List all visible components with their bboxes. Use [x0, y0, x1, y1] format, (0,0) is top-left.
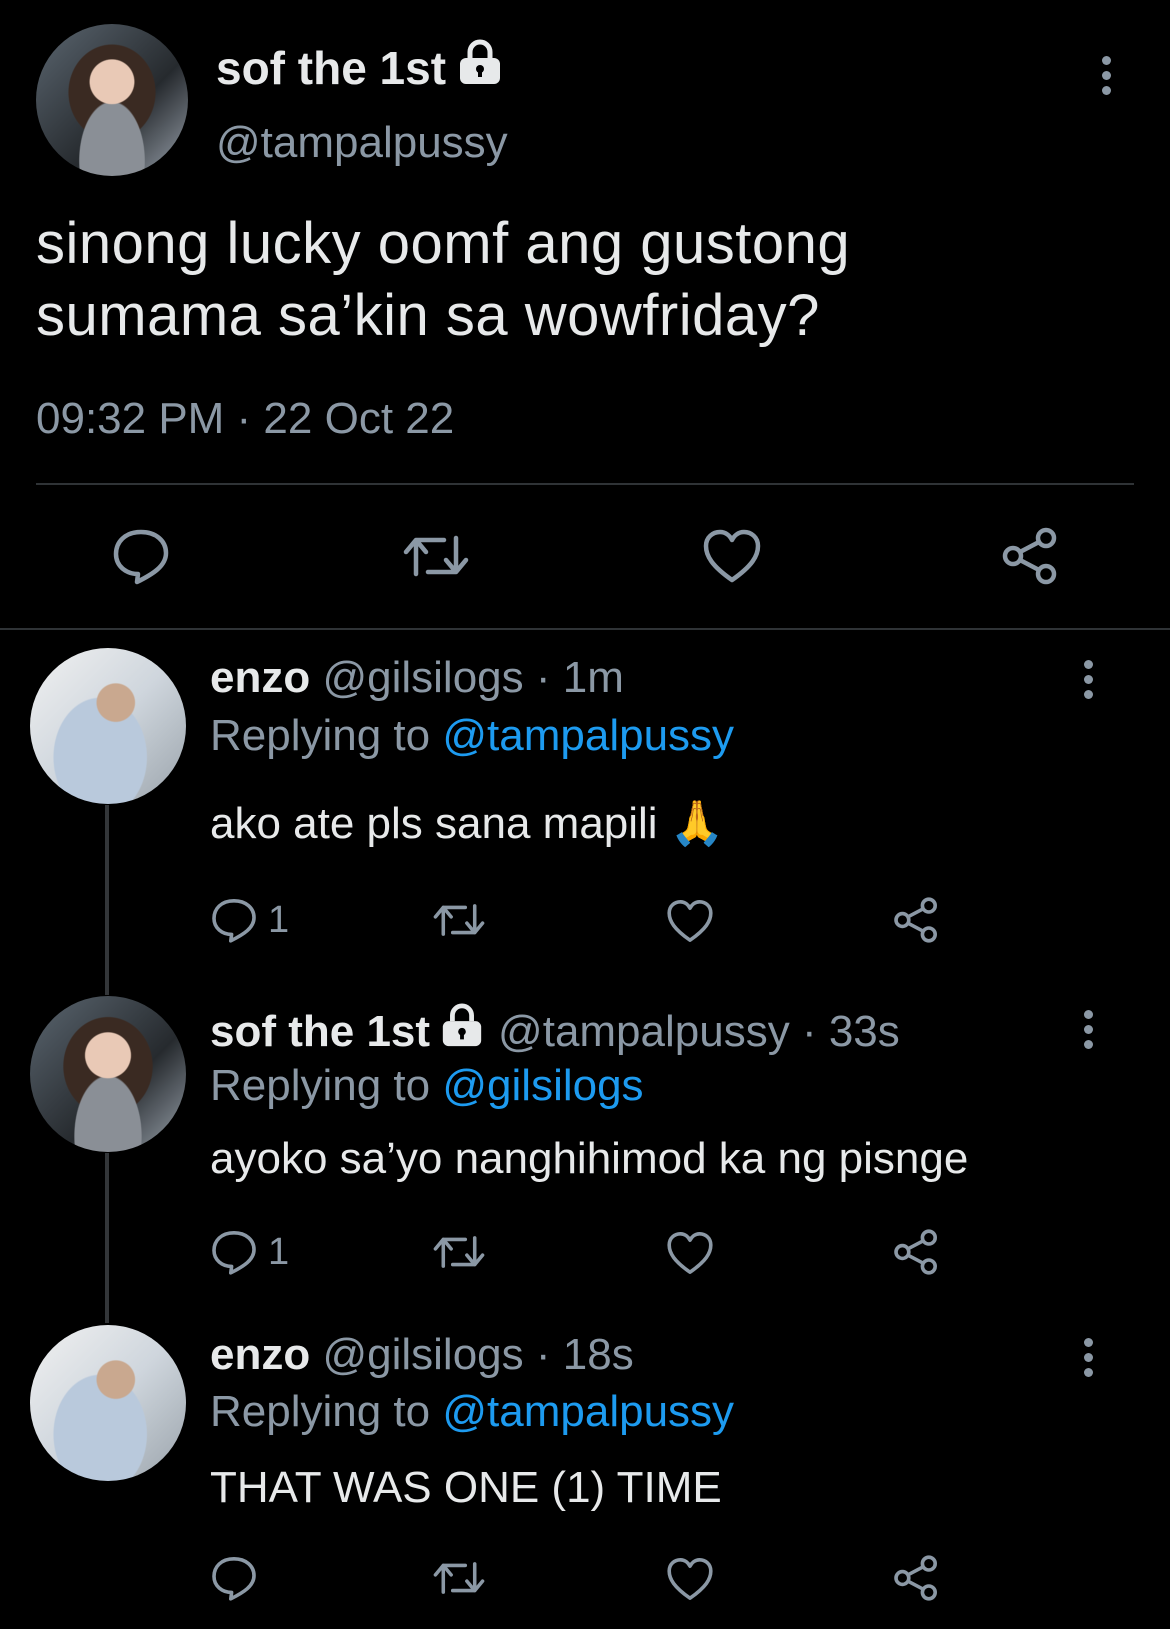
avatar-enzo[interactable] [30, 1325, 186, 1481]
replying-to-link[interactable]: @tampalpussy [442, 1387, 734, 1436]
main-author[interactable]: sof the 1st [216, 38, 502, 98]
reply1-replying: Replying to @tampalpussy [210, 709, 734, 763]
reply3-actions [210, 1550, 970, 1606]
share-icon[interactable] [892, 1554, 940, 1607]
like-icon[interactable] [666, 898, 714, 949]
reply2-text: ayoko sa’yo nanghihimod ka ng pisnge [210, 1134, 969, 1183]
replying-label: Replying to [210, 711, 431, 760]
avatar-sof[interactable] [30, 996, 186, 1152]
replying-to-link[interactable]: @tampalpussy [442, 711, 734, 760]
reply-icon[interactable] [210, 1554, 268, 1602]
replying-label: Replying to [210, 1061, 431, 1110]
like-icon[interactable] [666, 1230, 714, 1281]
reply3-replying: Replying to @tampalpussy [210, 1385, 734, 1439]
reply3-text: THAT WAS ONE (1) TIME [210, 1463, 722, 1512]
reply-icon[interactable]: 1 [210, 896, 289, 944]
reply1-actions: 1 [210, 892, 970, 948]
reply1-handle-time[interactable]: @gilsilogs · 1m [322, 653, 623, 702]
main-more-icon[interactable] [1102, 56, 1111, 101]
reply2-replying: Replying to @gilsilogs [210, 1059, 644, 1113]
retweet-icon[interactable] [432, 1556, 486, 1605]
retweet-icon[interactable] [402, 528, 470, 584]
reply1-more-icon[interactable] [1084, 660, 1093, 705]
reply2-actions: 1 [210, 1224, 970, 1280]
reply-icon[interactable]: 1 [210, 1228, 289, 1276]
thread-line [105, 805, 109, 995]
reply3-more-icon[interactable] [1084, 1338, 1093, 1383]
reply-count: 1 [268, 1230, 290, 1273]
share-icon[interactable] [892, 896, 940, 949]
main-text-line2: sumama sa’kin sa wowfriday? [36, 283, 820, 348]
main-handle[interactable]: @tampalpussy [216, 116, 508, 170]
retweet-icon[interactable] [432, 898, 486, 947]
reply-count: 1 [268, 898, 290, 941]
like-icon[interactable] [702, 528, 762, 584]
main-divider-top [36, 483, 1134, 485]
main-timestamp[interactable]: 09:32 PM · 22 Oct 22 [36, 392, 454, 446]
like-icon[interactable] [666, 1556, 714, 1607]
reply2-display-name[interactable]: sof the 1st [210, 1005, 430, 1059]
lock-icon [458, 38, 502, 98]
reply1-display-name[interactable]: enzo [210, 653, 310, 702]
replying-label: Replying to [210, 1387, 431, 1436]
main-tweet-text: sinong lucky oomf ang gustong sumama sa’… [36, 208, 850, 352]
lock-icon [440, 1002, 484, 1061]
reply-icon[interactable] [111, 526, 171, 586]
replying-to-link[interactable]: @gilsilogs [442, 1061, 643, 1110]
retweet-icon[interactable] [432, 1230, 486, 1279]
main-display-name: sof the 1st [216, 42, 447, 94]
thread-line [105, 1153, 109, 1323]
reply2-handle-time[interactable]: @tampalpussy · 33s [498, 1005, 900, 1059]
reply2-header: sof the 1st @tampalpussy · 33s [210, 1002, 900, 1061]
avatar-sof[interactable] [36, 24, 188, 176]
reply1-header: enzo @gilsilogs · 1m [210, 651, 624, 705]
main-text-line1: sinong lucky oomf ang gustong [36, 211, 851, 276]
share-icon[interactable] [1000, 526, 1060, 586]
reply2-more-icon[interactable] [1084, 1010, 1093, 1055]
avatar-enzo[interactable] [30, 648, 186, 804]
reply3-handle-time[interactable]: @gilsilogs · 18s [322, 1330, 633, 1379]
main-divider-bottom [0, 628, 1170, 630]
share-icon[interactable] [892, 1228, 940, 1281]
reply3-display-name[interactable]: enzo [210, 1330, 310, 1379]
reply3-header: enzo @gilsilogs · 18s [210, 1328, 634, 1382]
reply1-text: ako ate pls sana mapili 🙏 [210, 799, 725, 848]
